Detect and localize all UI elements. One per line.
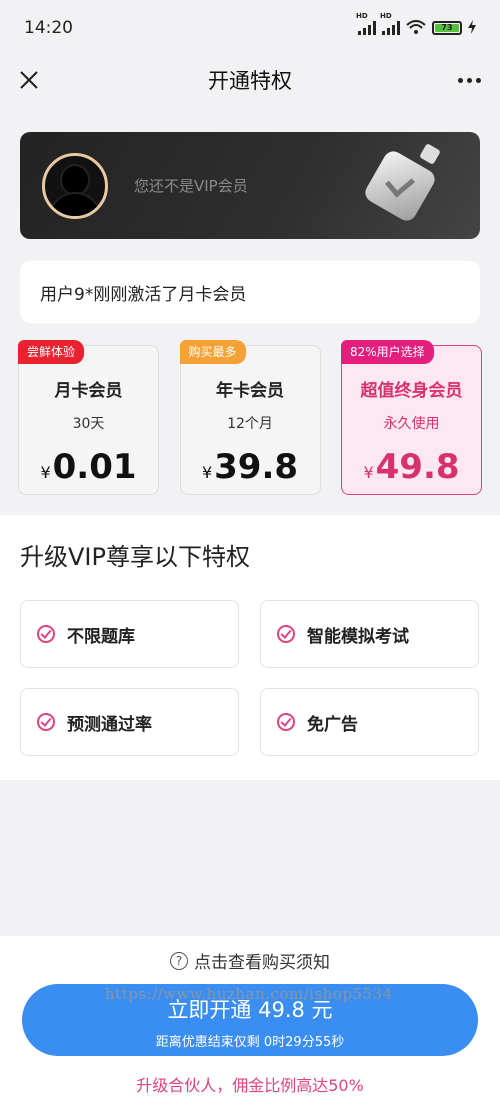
vip-status-text: 您还不是VIP会员 (134, 177, 248, 195)
plan-duration: 12个月 (227, 416, 273, 432)
plan-name: 年卡会员 (216, 381, 284, 401)
privileges-grid: 不限题库 智能模拟考试 预测通过率 免广告 (20, 600, 480, 756)
privilege-item: 智能模拟考试 (260, 600, 479, 668)
privileges-title: 升级VIP尊享以下特权 (20, 543, 250, 571)
countdown-text: 距离优惠结束仅剩 0时29分55秒 (155, 1035, 345, 1050)
dot-icon (466, 77, 472, 83)
check-circle-icon (277, 713, 295, 731)
plan-tag: 尝鲜体验 (18, 340, 85, 364)
privilege-item: 预测通过率 (20, 688, 239, 756)
plan-name: 超值终身会员 (360, 381, 463, 401)
plan-list: 尝鲜体验 月卡会员 30天 ¥0.01 购买最多 年卡会员 12个月 ¥39.8… (18, 340, 482, 495)
avatar (42, 152, 108, 219)
purchase-footer: ? 点击查看购买须知 立即开通 49.8 元 距离优惠结束仅剩 0时29分55秒… (0, 936, 500, 1111)
check-circle-icon (277, 625, 295, 643)
status-time: 14:20 (24, 18, 73, 38)
partner-link[interactable]: 升级合伙人，佣金比例高达50% (0, 1072, 500, 1096)
plan-card-lifetime[interactable]: 82%用户选择 超值终身会员 永久使用 ¥49.8 (341, 340, 482, 495)
plan-card-yearly[interactable]: 购买最多 年卡会员 12个月 ¥39.8 (179, 340, 321, 495)
signal-icon: HD (356, 12, 376, 35)
check-circle-icon (37, 713, 55, 731)
privilege-item: 免广告 (260, 688, 479, 756)
privilege-item: 不限题库 (20, 600, 239, 668)
dot-icon (475, 77, 481, 83)
more-options-button[interactable] (452, 65, 486, 95)
plan-price: ¥0.01 (40, 447, 137, 487)
plan-tag: 82%用户选择 (341, 340, 434, 364)
question-icon: ? (170, 951, 188, 970)
activation-ticker: 用户9*刚刚激活了月卡会员 (20, 261, 480, 323)
vip-badge-icon (361, 143, 441, 225)
charging-icon (468, 19, 476, 37)
vip-status-card: 您还不是VIP会员 (20, 132, 480, 239)
page-title: 开通特权 (208, 69, 292, 93)
dot-icon (457, 77, 463, 83)
status-bar: 14:20 HD HD 73 (0, 0, 500, 56)
close-button[interactable] (14, 65, 44, 95)
check-circle-icon (37, 625, 55, 643)
watermark: https://www.huzhan.com/ishop5534 (105, 985, 393, 1003)
nav-bar: 开通特权 (0, 56, 500, 104)
wifi-icon (406, 19, 426, 37)
privileges-section: 升级VIP尊享以下特权 不限题库 智能模拟考试 预测通过率 免广告 (0, 515, 500, 780)
plan-duration: 永久使用 (383, 416, 440, 432)
plan-card-monthly[interactable]: 尝鲜体验 月卡会员 30天 ¥0.01 (18, 340, 159, 495)
close-icon (20, 71, 38, 89)
purchase-notice-link[interactable]: ? 点击查看购买须知 (0, 948, 500, 973)
plan-name: 月卡会员 (54, 381, 123, 401)
battery-icon: 73 (432, 21, 462, 35)
plan-tag: 购买最多 (179, 340, 246, 364)
status-icons: HD HD 73 (356, 12, 476, 37)
plan-duration: 30天 (72, 416, 105, 432)
plan-price: ¥39.8 (201, 447, 299, 487)
signal-icon-2: HD (380, 12, 400, 35)
plan-price: ¥49.8 (363, 447, 460, 487)
